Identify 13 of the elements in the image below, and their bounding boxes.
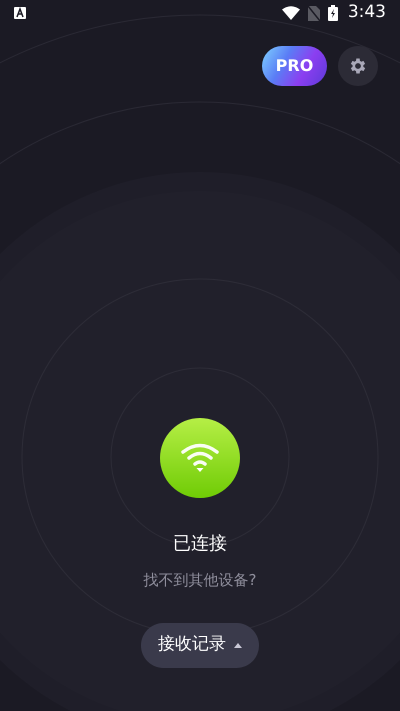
pro-button[interactable]: PRO [262, 46, 327, 86]
no-sim-icon [308, 6, 320, 20]
connection-status: 已连接 [173, 532, 227, 556]
status-time: 3:43 [348, 1, 386, 24]
settings-button[interactable] [338, 46, 378, 86]
wifi-icon [282, 6, 300, 20]
wifi-icon [180, 443, 220, 473]
caret-icon [234, 642, 242, 648]
receive-records-button[interactable]: 接收记录 [141, 622, 259, 668]
keyboard-app-icon [14, 7, 26, 19]
settings-icon [348, 56, 368, 76]
battery-charging-icon [328, 5, 338, 21]
help-link[interactable]: 找不到其他设备? [144, 569, 256, 592]
